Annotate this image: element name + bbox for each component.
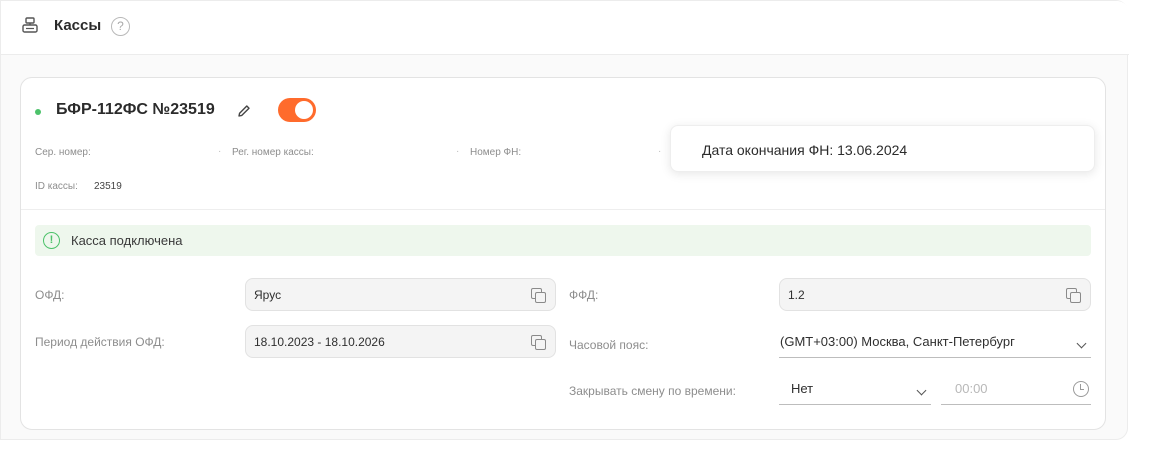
timezone-label: Часовой пояс: xyxy=(569,338,649,352)
meta-separator: · xyxy=(658,146,662,157)
timezone-select[interactable]: (GMT+03:00) Москва, Санкт-Петербург xyxy=(779,329,1091,358)
ofd-value: Ярус xyxy=(254,288,282,302)
close-shift-label: Закрывать смену по времени: xyxy=(569,384,736,398)
close-time-input[interactable]: 00:00 xyxy=(941,376,1091,405)
kassa-id-label: ID кассы: xyxy=(35,181,78,192)
serial-label: Сер. номер: xyxy=(35,147,91,158)
edit-icon[interactable] xyxy=(236,103,252,119)
clock-icon[interactable] xyxy=(1073,381,1089,397)
status-text: Касса подключена xyxy=(71,233,183,248)
chevron-down-icon xyxy=(1076,338,1087,349)
page-title: Кассы xyxy=(54,17,102,34)
info-icon: ! xyxy=(43,232,60,249)
status-banner: ! Касса подключена xyxy=(35,225,1091,256)
kassa-toggle[interactable] xyxy=(278,98,316,122)
cash-register-icon xyxy=(22,17,38,33)
ffd-value: 1.2 xyxy=(788,288,805,302)
period-field: 18.10.2023 - 18.10.2026 xyxy=(245,325,556,358)
fn-expiry-tooltip: Дата окончания ФН: 13.06.2024 xyxy=(670,125,1095,172)
meta-separator: · xyxy=(218,146,222,157)
close-shift-value: Нет xyxy=(791,381,814,396)
period-label: Период действия ОФД: xyxy=(35,335,165,349)
fn-number-label: Номер ФН: xyxy=(470,147,522,158)
kassa-id-value: 23519 xyxy=(94,181,122,192)
kassa-name: БФР-112ФС №23519 xyxy=(56,101,215,118)
meta-separator: · xyxy=(456,146,460,157)
copy-icon[interactable] xyxy=(1066,288,1081,303)
copy-icon[interactable] xyxy=(531,288,546,303)
panel-header: Кассы ? xyxy=(1,1,1129,55)
chevron-down-icon xyxy=(916,385,927,396)
close-shift-select[interactable]: Нет xyxy=(779,376,931,405)
fn-expiry-text: Дата окончания ФН: 13.06.2024 xyxy=(702,142,908,158)
ofd-label: ОФД: xyxy=(35,288,65,302)
help-icon[interactable]: ? xyxy=(111,17,130,36)
status-dot xyxy=(35,109,41,115)
ffd-label: ФФД: xyxy=(569,288,599,302)
copy-icon[interactable] xyxy=(531,335,546,350)
toggle-knob xyxy=(295,101,313,119)
timezone-value: (GMT+03:00) Москва, Санкт-Петербург xyxy=(780,334,1015,349)
ofd-field: Ярус xyxy=(245,278,556,311)
reg-number-label: Рег. номер кассы: xyxy=(232,147,314,158)
kassy-panel: Кассы ? БФР-112ФС №23519 Сер. номер: · Р… xyxy=(0,0,1129,440)
close-time-value: 00:00 xyxy=(955,381,988,396)
period-value: 18.10.2023 - 18.10.2026 xyxy=(254,335,385,349)
ffd-field: 1.2 xyxy=(779,278,1091,311)
divider xyxy=(21,209,1105,210)
